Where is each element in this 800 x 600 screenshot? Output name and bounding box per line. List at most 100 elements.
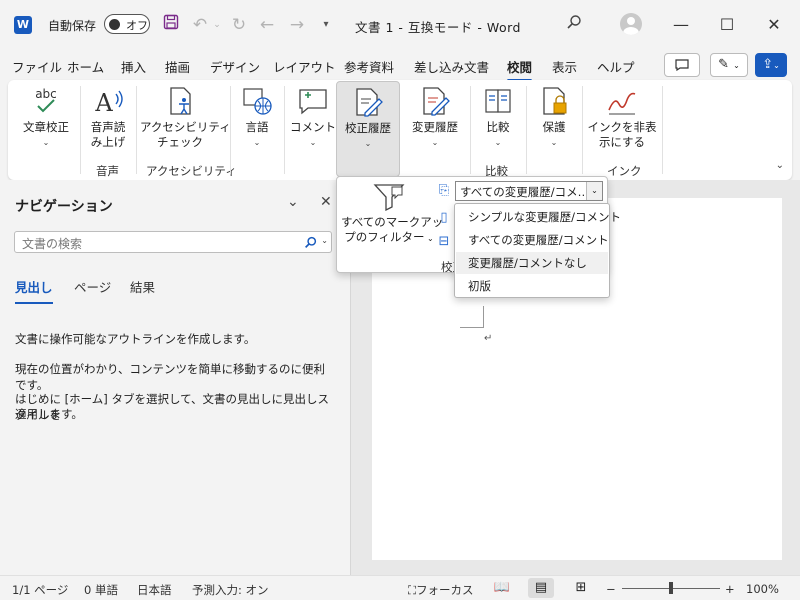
document-search-input[interactable]: 文書の検索 ⌄	[14, 231, 332, 253]
read-mode-icon[interactable]: 📖	[489, 578, 515, 598]
autosave-label: 自動保存	[48, 19, 97, 33]
search-icon[interactable]	[304, 233, 317, 253]
document-title: 文書 1 - 互換モード - Word	[355, 20, 521, 35]
svg-text:A: A	[94, 89, 113, 116]
spelling-button[interactable]: abc 文章校正 ⌄	[16, 84, 76, 159]
chevron-down-icon[interactable]: ⌄	[586, 182, 602, 200]
display-for-review-icon[interactable]: ⎘	[435, 182, 453, 200]
divider	[582, 86, 583, 174]
option-simple-markup[interactable]: シンプルな変更履歴/コメント	[456, 206, 621, 228]
nav-hint-text-4: 適用します。	[15, 407, 83, 421]
hide-ink-label-2: 示にする	[598, 135, 646, 149]
margin-corner-mark	[483, 306, 484, 328]
tab-file[interactable]: ファイル	[12, 57, 62, 76]
divider	[470, 86, 471, 174]
close-icon[interactable]: ✕	[760, 12, 788, 38]
focus-icon: ⛶	[408, 583, 417, 597]
pane-close-icon[interactable]: ✕	[320, 194, 332, 210]
read-aloud-icon: A	[94, 89, 123, 116]
zoom-in-button[interactable]: +	[725, 582, 735, 596]
pane-options-icon[interactable]: ⌄	[287, 194, 299, 210]
language-icon	[243, 88, 272, 115]
chevron-down-icon: ⌄	[42, 138, 50, 147]
nav-tab-headings[interactable]: 見出し	[15, 277, 53, 304]
tab-draw[interactable]: 描画	[165, 57, 190, 76]
tab-home[interactable]: ホーム	[67, 57, 104, 76]
search-icon[interactable]	[563, 14, 585, 36]
chevron-down-icon: ⌄	[550, 138, 558, 147]
accessibility-label-1: アクセシビリティ	[140, 120, 231, 134]
tab-mailings[interactable]: 差し込み文書	[414, 57, 489, 76]
status-bar: 1/1 ページ 0 単語 日本語 予測入力: オン ⛶フォーカス 📖 ▤ ⊞ −…	[0, 575, 800, 600]
option-all-markup[interactable]: すべての変更履歴/コメント	[456, 229, 609, 251]
customize-toolbar-icon[interactable]: ▾	[315, 14, 337, 36]
show-markup-icon[interactable]: ▯	[435, 209, 453, 227]
back-icon[interactable]: ←	[256, 14, 278, 36]
tab-help[interactable]: ヘルプ	[597, 57, 635, 76]
nav-hint-text-2: 現在の位置がわかり、コンテンツを簡単に移動するのに便利です。	[15, 362, 326, 392]
accessibility-label-2: チェック	[157, 135, 203, 149]
language-button[interactable]: 言語 ⌄	[234, 84, 280, 159]
editing-mode-button[interactable]: ✎ ⌄	[710, 53, 748, 77]
markup-filter-button[interactable]: すべてのマークアッ プのフィルター ⌄	[341, 181, 443, 267]
accessibility-icon	[170, 87, 191, 115]
option-no-markup[interactable]: 変更履歴/コメントなし	[456, 252, 608, 274]
undo-dropdown-icon[interactable]: ⌄	[206, 14, 228, 36]
word-logo-icon: W	[14, 16, 32, 34]
tab-references[interactable]: 参考資料	[344, 57, 394, 76]
tracking-button[interactable]: 校正履歴 ⌄	[336, 81, 400, 177]
reviewing-pane-icon[interactable]: ⊟	[435, 233, 453, 251]
autosave-toggle[interactable]: オフ	[104, 14, 150, 34]
status-words[interactable]: 0 単語	[84, 582, 118, 598]
changes-button[interactable]: 変更履歴 ⌄	[404, 84, 466, 159]
language-label: 言語	[245, 120, 269, 134]
chevron-down-icon: ⌄	[494, 138, 502, 147]
zoom-out-button[interactable]: −	[606, 582, 616, 596]
ribbon-collapse-icon[interactable]: ⌄	[776, 160, 784, 171]
tab-view[interactable]: 表示	[552, 57, 577, 76]
nav-tab-pages[interactable]: ページ	[74, 277, 111, 296]
zoom-slider-thumb[interactable]	[669, 582, 673, 594]
forward-icon[interactable]: →	[286, 14, 308, 36]
account-avatar-icon[interactable]	[620, 13, 642, 35]
spelling-icon: abc	[35, 87, 57, 113]
tracking-label: 校正履歴	[345, 121, 391, 135]
accessibility-check-button[interactable]: アクセシビリティ チェック	[140, 84, 231, 159]
zoom-level[interactable]: 100%	[746, 582, 779, 596]
comments-button[interactable]	[664, 53, 700, 77]
web-layout-icon[interactable]: ⊞	[568, 578, 594, 598]
redo-icon[interactable]: ↻	[228, 14, 250, 36]
protect-button[interactable]: 保護 ⌄	[530, 84, 578, 159]
save-icon[interactable]	[160, 14, 182, 36]
compare-button[interactable]: 比較 ⌄	[474, 84, 522, 159]
status-language[interactable]: 日本語	[137, 582, 172, 598]
ink-icon	[608, 92, 636, 115]
tab-review[interactable]: 校閲	[507, 57, 533, 82]
tab-insert[interactable]: 挿入	[121, 57, 146, 76]
chevron-down-icon: ⌄	[424, 234, 434, 243]
markup-display-select[interactable]: すべての変更履歴/コメ… ⌄	[455, 181, 603, 201]
focus-button[interactable]: ⛶フォーカス	[408, 582, 474, 598]
option-original[interactable]: 初版	[456, 275, 608, 297]
maximize-icon[interactable]: ☐	[713, 12, 741, 38]
comment-button[interactable]: コメント ⌄	[288, 84, 338, 159]
status-page[interactable]: 1/1 ページ	[12, 582, 68, 598]
changes-icon	[423, 87, 450, 116]
search-options-chevron-icon[interactable]: ⌄	[321, 236, 328, 245]
tab-layout[interactable]: レイアウト	[273, 57, 336, 76]
read-aloud-label-1: 音声読	[90, 120, 126, 134]
divider	[136, 86, 137, 174]
tab-design[interactable]: デザイン	[210, 57, 260, 76]
divider	[526, 86, 527, 174]
hide-ink-button[interactable]: インクを非表 示にする	[586, 84, 658, 159]
minimize-icon[interactable]: —	[667, 12, 695, 38]
status-prediction[interactable]: 予測入力: オン	[192, 582, 269, 598]
nav-hint-text-1: 文書に操作可能なアウトラインを作成します。	[15, 332, 256, 346]
chevron-down-icon: ⌄	[431, 138, 439, 147]
nav-tab-results[interactable]: 結果	[130, 277, 155, 296]
share-button[interactable]: ⇪⌄	[755, 53, 787, 77]
divider	[284, 86, 285, 174]
read-aloud-button[interactable]: A 音声読 み上げ	[84, 84, 132, 159]
tracking-icon	[356, 88, 383, 117]
print-layout-icon[interactable]: ▤	[528, 578, 554, 598]
